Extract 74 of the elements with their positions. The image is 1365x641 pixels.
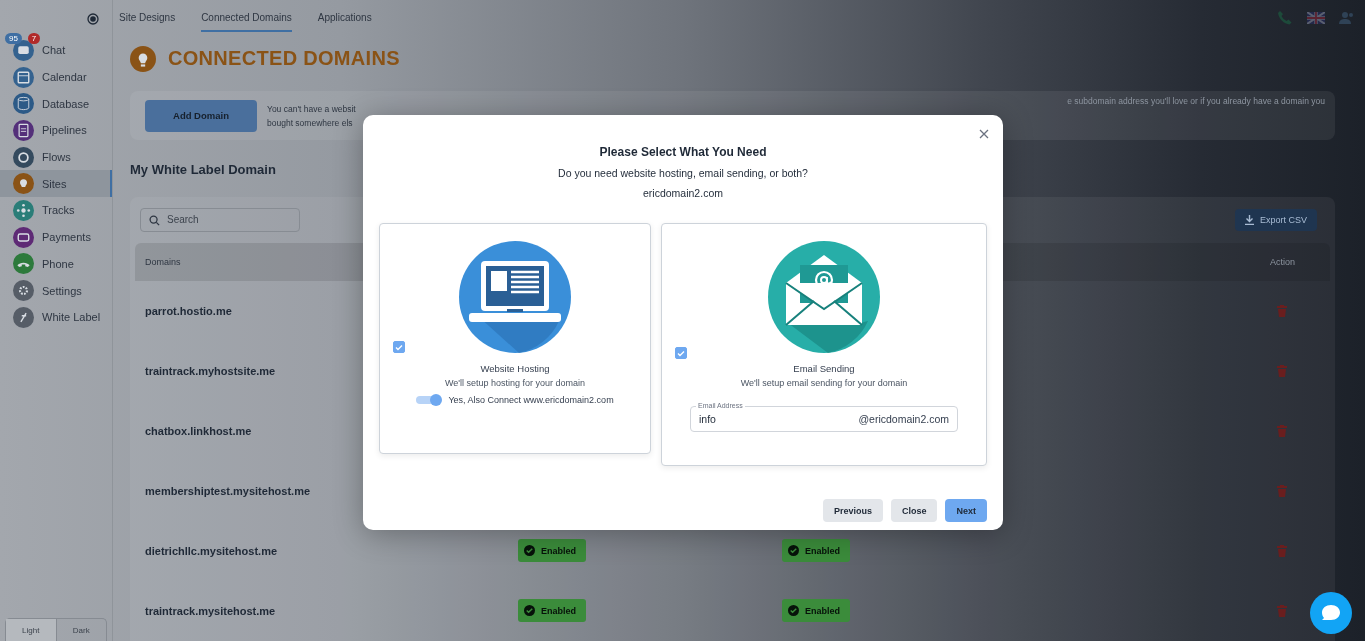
status-badge: Enabled — [518, 539, 586, 563]
sidebar-item[interactable]: Payments — [0, 223, 112, 251]
envelope-icon — [768, 241, 880, 353]
dialog-button[interactable]: Close — [890, 499, 938, 522]
search-field[interactable]: Search — [140, 208, 300, 232]
trash-icon[interactable] — [1277, 605, 1287, 617]
download-icon — [1244, 215, 1254, 225]
toggle-label: Yes, Also Connect www.ericdomain2.com — [448, 395, 614, 405]
next-button[interactable]: Next — [945, 499, 987, 522]
laptop-icon — [459, 241, 571, 353]
option-description: We'll setup hosting for your domain — [444, 378, 586, 388]
record-icon[interactable] — [87, 13, 99, 25]
sidebar-item[interactable]: Pipelines — [0, 117, 112, 144]
sidebar-item[interactable]: Tracks — [0, 197, 112, 224]
domain-cell: chatbox.linkhost.me — [145, 425, 252, 437]
sidebar-item[interactable]: Settings — [0, 277, 112, 304]
sidebar-item[interactable]: Sites — [0, 170, 112, 198]
status-badge: Enabled — [782, 599, 850, 623]
description-text: You can't have a websit bought somewhere els — [267, 102, 356, 130]
domain-text: ericdomain2.com — [643, 187, 723, 199]
domain-cell: traintrack.myhostsite.me — [145, 365, 276, 377]
option-card[interactable]: Website Hosting We'll setup hosting for your domain Yes, Also Connect www.ericdomain2.com — [379, 223, 651, 454]
checkbox[interactable] — [393, 341, 405, 353]
status-badge: Enabled — [782, 539, 850, 563]
add-domain-button[interactable]: Add Domain — [145, 99, 257, 132]
trash-icon[interactable] — [1277, 485, 1287, 497]
dialog-subtitle: Do you need website hosting, email sending, or both? — [558, 167, 808, 179]
checkbox[interactable] — [675, 347, 687, 359]
dialog-title: Please Select What You Need — [599, 145, 767, 159]
domain-cell: membershiptest.mysitehost.me — [145, 485, 311, 497]
domain-suffix: @ericdomain2.com — [858, 413, 949, 425]
close-icon[interactable] — [977, 127, 991, 141]
sidebar-item[interactable]: Calendar — [0, 63, 112, 91]
trash-icon[interactable] — [1277, 365, 1287, 377]
page-title: CONNECTED DOMAINS — [168, 47, 400, 71]
toggle-switch[interactable] — [416, 394, 443, 406]
status-badge: Enabled — [518, 599, 586, 623]
trash-icon[interactable] — [1277, 305, 1287, 317]
check-circle-icon — [788, 605, 799, 617]
sidebar-item[interactable]: Flows — [0, 143, 112, 171]
section-title: My White Label Domain — [130, 162, 276, 179]
phone-icon[interactable] — [1277, 10, 1293, 27]
option-title: Email Sending — [793, 363, 855, 374]
count-badge: 7 — [28, 33, 40, 44]
option-description: We'll setup email sending for your domain — [740, 378, 908, 388]
domain-cell: traintrack.mysitehost.me — [145, 605, 276, 617]
domain-cell: parrot.hostio.me — [145, 305, 232, 317]
tab[interactable]: Applications — [317, 4, 372, 33]
check-circle-icon — [788, 545, 799, 557]
description-text: e subdomain address you'll love or if you already have a domain you — [1067, 95, 1325, 106]
chat-bubble-icon — [1322, 605, 1340, 621]
theme-button[interactable]: Light — [6, 619, 56, 641]
sidebar-item[interactable]: White Label — [0, 303, 112, 331]
dialog-button[interactable]: Previous — [822, 499, 883, 522]
search-icon — [149, 215, 160, 226]
check-circle-icon — [524, 605, 535, 617]
tab[interactable]: Connected Domains — [201, 4, 292, 33]
chat-button[interactable] — [1310, 592, 1352, 634]
tab[interactable]: Site Designs — [119, 4, 176, 33]
users-icon[interactable] — [1339, 11, 1355, 26]
count-badge: 95 — [5, 33, 22, 44]
check-circle-icon — [524, 545, 535, 557]
option-title: Website Hosting — [480, 363, 550, 374]
column-header: Action — [1270, 257, 1296, 267]
flag-icon[interactable] — [1307, 12, 1325, 25]
sidebar-item[interactable]: Phone — [0, 250, 112, 278]
trash-icon[interactable] — [1277, 545, 1287, 557]
lightbulb-icon — [130, 45, 156, 72]
sidebar-item[interactable]: Database — [0, 90, 112, 118]
trash-icon[interactable] — [1277, 425, 1287, 437]
domain-cell: dietrichllc.mysitehost.me — [145, 545, 278, 557]
theme-button[interactable]: Dark — [55, 619, 106, 641]
export-button[interactable]: Export CSV — [1234, 209, 1317, 231]
column-header: Domains — [145, 257, 182, 267]
